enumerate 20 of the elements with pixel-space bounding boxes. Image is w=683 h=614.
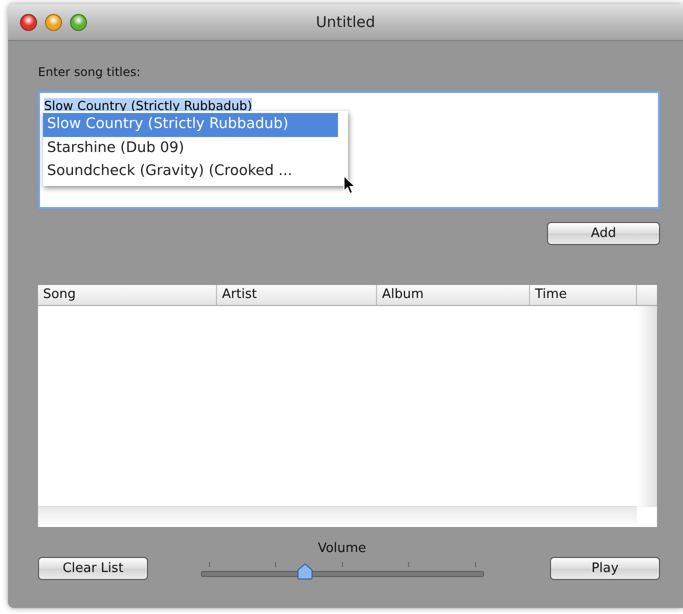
field-label: Enter song titles: xyxy=(38,65,142,79)
zoom-button[interactable] xyxy=(70,14,87,30)
column-header[interactable]: Time xyxy=(530,285,637,305)
column-header[interactable]: Album xyxy=(377,285,530,305)
song-input-field[interactable]: Slow Country (Strictly Rubbadub) Slow Country (Strictly Rubbadub) Starshine (Dub 09) Soundcheck (Gravity) (Crooked ... xyxy=(38,91,660,209)
close-button[interactable] xyxy=(20,14,37,30)
slider-thumb[interactable] xyxy=(296,563,313,580)
pointer-cursor-icon xyxy=(343,175,356,195)
column-header[interactable]: Song xyxy=(38,285,217,305)
play-button[interactable]: Play xyxy=(550,557,660,580)
clear-list-button[interactable]: Clear List xyxy=(38,557,148,580)
vertical-scrollbar[interactable] xyxy=(637,306,657,507)
volume-label: Volume xyxy=(318,541,366,556)
window-title: Untitled xyxy=(316,13,376,31)
add-button[interactable]: Add xyxy=(547,222,660,245)
minimize-button[interactable] xyxy=(45,14,62,30)
volume-slider[interactable] xyxy=(200,562,484,580)
horizontal-scrollbar[interactable] xyxy=(38,507,637,527)
column-header[interactable]: Artist xyxy=(217,285,377,305)
completion-item[interactable]: Slow Country (Strictly Rubbadub) xyxy=(43,113,338,136)
